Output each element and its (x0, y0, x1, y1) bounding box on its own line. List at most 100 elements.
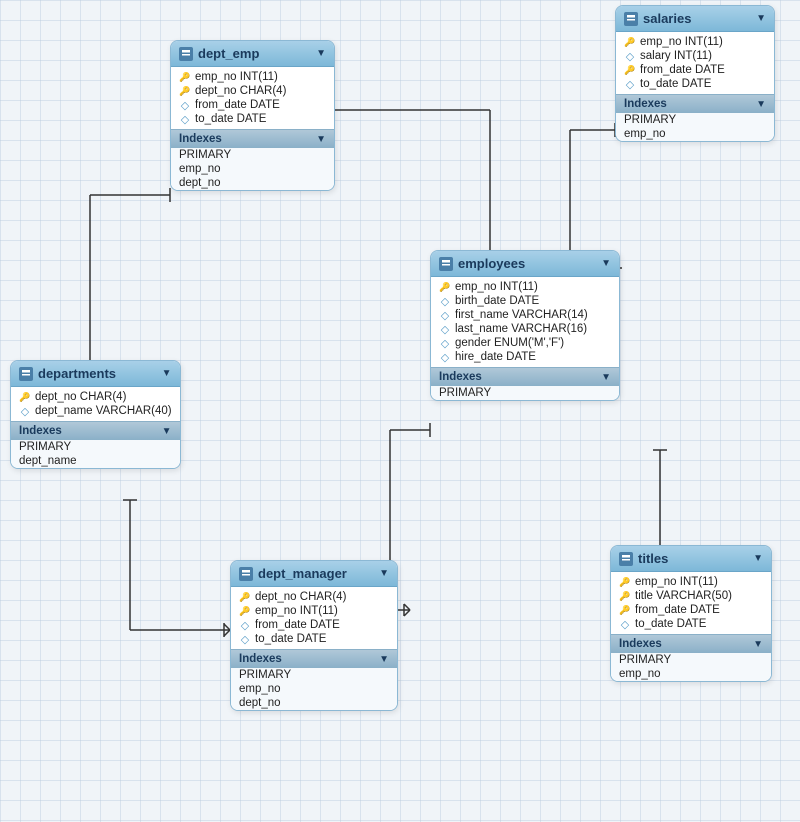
diamond-icon (239, 633, 251, 645)
indexes-header-dept-emp[interactable]: Indexes ▼ (171, 129, 334, 148)
field-text: to_date DATE (195, 113, 266, 125)
table-dept-emp: dept_emp ▼ emp_no INT(11) dept_no CHAR(4… (170, 40, 335, 191)
key-yellow-icon: 🔑 (439, 281, 451, 293)
indexes-label: Indexes (239, 653, 282, 665)
index-row: dept_no (231, 696, 397, 710)
fields-titles: emp_no INT(11) 🔑 title VARCHAR(50) 🔑 fro… (611, 572, 771, 634)
chevron-indexes: ▼ (601, 372, 611, 383)
chevron-indexes: ▼ (379, 654, 389, 665)
field-row: 🔑 emp_no INT(11) (431, 280, 619, 294)
index-row: emp_no (611, 667, 771, 681)
indexes-header-dept-manager[interactable]: Indexes ▼ (231, 649, 397, 668)
index-row: dept_name (11, 454, 180, 468)
table-title-titles: titles (638, 551, 748, 566)
chevron-indexes: ▼ (316, 134, 326, 145)
diamond-icon (439, 295, 451, 307)
field-text: emp_no INT(11) (640, 36, 723, 48)
field-text: from_date DATE (255, 619, 340, 631)
index-row: PRIMARY (171, 148, 334, 162)
key-icon (179, 85, 191, 97)
indexes-label: Indexes (624, 98, 667, 110)
field-text: hire_date DATE (455, 351, 536, 363)
field-text: first_name VARCHAR(14) (455, 309, 588, 321)
fields-employees: 🔑 emp_no INT(11) birth_date DATE first_n… (431, 277, 619, 367)
chevron-dept-emp: ▼ (316, 48, 326, 59)
diamond-icon (239, 619, 251, 631)
indexes-label: Indexes (179, 133, 222, 145)
field-text: to_date DATE (255, 633, 326, 645)
field-text: dept_no CHAR(4) (195, 85, 286, 97)
fields-salaries: emp_no INT(11) salary INT(11) 🔑 from_dat… (616, 32, 774, 94)
key-icon (179, 71, 191, 83)
key-yellow-icon: 🔑 (19, 391, 31, 403)
table-icon-dept-manager (239, 567, 253, 581)
indexes-header-salaries[interactable]: Indexes ▼ (616, 94, 774, 113)
field-text: dept_no CHAR(4) (35, 391, 126, 403)
table-title-dept-emp: dept_emp (198, 46, 311, 61)
field-row: 🔑 title VARCHAR(50) (611, 589, 771, 603)
table-employees: employees ▼ 🔑 emp_no INT(11) birth_date … (430, 250, 620, 401)
key-icon (239, 591, 251, 603)
key-icon (239, 605, 251, 617)
table-dept-manager: dept_manager ▼ dept_no CHAR(4) emp_no IN… (230, 560, 398, 711)
indexes-header-titles[interactable]: Indexes ▼ (611, 634, 771, 653)
field-text: emp_no INT(11) (635, 576, 718, 588)
diamond-icon (179, 99, 191, 111)
indexes-label: Indexes (619, 638, 662, 650)
field-row: 🔑 dept_no CHAR(4) (11, 390, 180, 404)
field-text: last_name VARCHAR(16) (455, 323, 587, 335)
table-header-employees[interactable]: employees ▼ (431, 251, 619, 277)
field-row: to_date DATE (231, 632, 397, 646)
field-text: emp_no INT(11) (195, 71, 278, 83)
table-icon-employees (439, 257, 453, 271)
fields-dept-manager: dept_no CHAR(4) emp_no INT(11) from_date… (231, 587, 397, 649)
fields-dept-emp: emp_no INT(11) dept_no CHAR(4) from_date… (171, 67, 334, 129)
table-title-dept-manager: dept_manager (258, 566, 374, 581)
diamond-icon (624, 50, 636, 62)
indexes-header-employees[interactable]: Indexes ▼ (431, 367, 619, 386)
field-row: 🔑 from_date DATE (616, 63, 774, 77)
table-header-dept-emp[interactable]: dept_emp ▼ (171, 41, 334, 67)
chevron-employees: ▼ (601, 258, 611, 269)
chevron-indexes: ▼ (162, 426, 172, 437)
field-row: emp_no INT(11) (231, 604, 397, 618)
index-row: PRIMARY (11, 440, 180, 454)
table-header-titles[interactable]: titles ▼ (611, 546, 771, 572)
chevron-titles: ▼ (753, 553, 763, 564)
field-row: to_date DATE (616, 77, 774, 91)
index-row: emp_no (231, 682, 397, 696)
chevron-departments: ▼ (162, 368, 172, 379)
field-text: birth_date DATE (455, 295, 539, 307)
diamond-icon (619, 618, 631, 630)
table-header-departments[interactable]: departments ▼ (11, 361, 180, 387)
field-text: salary INT(11) (640, 50, 712, 62)
table-title-salaries: salaries (643, 11, 751, 26)
index-row: emp_no (171, 162, 334, 176)
table-header-salaries[interactable]: salaries ▼ (616, 6, 774, 32)
field-text: to_date DATE (635, 618, 706, 630)
field-text: gender ENUM('M','F') (455, 337, 564, 349)
diamond-icon (439, 337, 451, 349)
table-icon-titles (619, 552, 633, 566)
table-icon-dept-emp (179, 47, 193, 61)
key-yellow-icon: 🔑 (619, 604, 631, 616)
indexes-label: Indexes (439, 371, 482, 383)
field-row: to_date DATE (171, 112, 334, 126)
field-row: emp_no INT(11) (616, 35, 774, 49)
field-text: emp_no INT(11) (255, 605, 338, 617)
diamond-icon (439, 309, 451, 321)
table-titles: titles ▼ emp_no INT(11) 🔑 title VARCHAR(… (610, 545, 772, 682)
table-salaries: salaries ▼ emp_no INT(11) salary INT(11)… (615, 5, 775, 142)
chevron-indexes: ▼ (753, 639, 763, 650)
key-yellow-icon: 🔑 (624, 64, 636, 76)
fields-departments: 🔑 dept_no CHAR(4) dept_name VARCHAR(40) (11, 387, 180, 421)
field-row: emp_no INT(11) (611, 575, 771, 589)
field-row: from_date DATE (231, 618, 397, 632)
index-row: dept_no (171, 176, 334, 190)
indexes-header-departments[interactable]: Indexes ▼ (11, 421, 180, 440)
table-title-departments: departments (38, 366, 157, 381)
table-title-employees: employees (458, 256, 596, 271)
key-icon (624, 36, 636, 48)
diamond-icon (179, 113, 191, 125)
table-header-dept-manager[interactable]: dept_manager ▼ (231, 561, 397, 587)
